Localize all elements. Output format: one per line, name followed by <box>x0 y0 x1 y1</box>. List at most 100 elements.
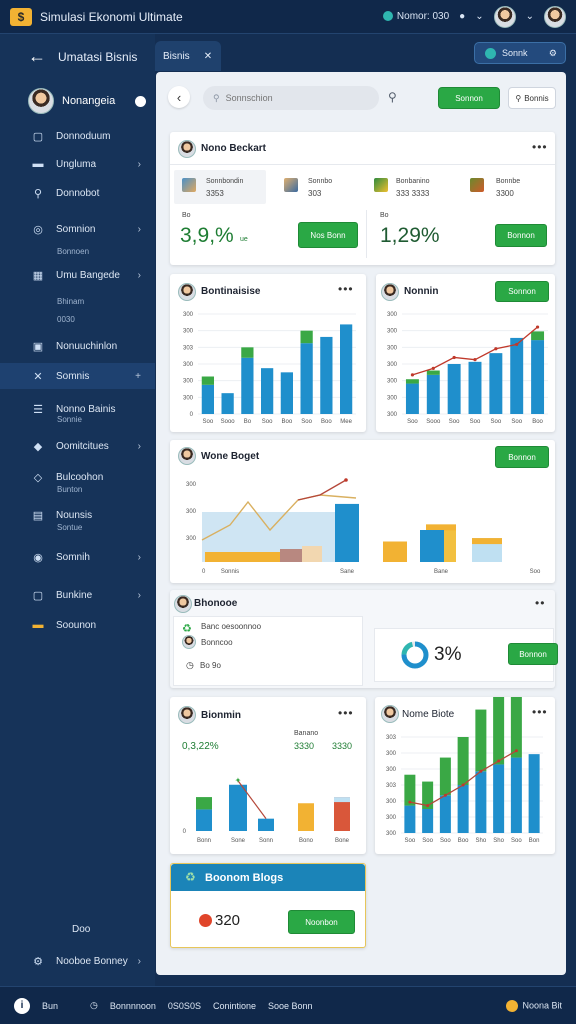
chevron-down-icon[interactable]: ⌄ <box>526 11 534 22</box>
tab-bisnis[interactable]: Bisnis ✕ <box>155 41 221 71</box>
budget-chart-card: Wone Boget Bonnon 300 300 300 0 Sonnis Sane Ba… <box>170 440 555 583</box>
bottom-right[interactable]: Noona Bit <box>506 999 562 1012</box>
x-tick-label: Sonn <box>259 838 273 844</box>
chevron-right-icon: › <box>137 269 141 281</box>
clock-icon: ◷ <box>90 1000 98 1010</box>
y-tick-label: 300 <box>186 509 197 515</box>
card-action-button[interactable]: Noonbon <box>288 910 355 934</box>
bar-cap <box>426 370 440 375</box>
bar-cap <box>201 376 214 385</box>
bar <box>221 393 234 414</box>
tag-icon: ◆ <box>33 440 43 453</box>
combo-chart-card: Nonnin Sonnon 300 300 300 300 300 300 300 Soo So… <box>376 274 555 432</box>
back-arrow-icon[interactable]: ← <box>28 46 46 67</box>
y-tick-label: 303 <box>183 345 194 351</box>
sidebar-item-5[interactable]: ▣ Nonuuchinlon <box>0 333 155 359</box>
sidebar-item-11[interactable]: ◉ Somnih › <box>0 544 155 570</box>
avatar[interactable] <box>493 5 516 28</box>
plus-icon: + <box>135 370 141 382</box>
stat-button[interactable]: Bonnon <box>495 224 547 247</box>
x-tick-label: Bone <box>335 838 350 844</box>
y-tick-label: 300 <box>183 329 194 335</box>
folder-icon: ▬ <box>32 158 44 170</box>
money-icon: ▬ <box>32 619 44 631</box>
sidebar-item-6[interactable]: ✕ Somnis + <box>0 363 155 389</box>
search-icon[interactable]: ⚲ <box>388 90 397 104</box>
bar-chart: 300 300 303 300 300 300 0 Soo Sooo Bo Soo Boo Soo Boo… <box>183 312 356 425</box>
back-button[interactable]: ‹ <box>168 86 190 108</box>
bar <box>528 754 540 833</box>
y-tick-label: 303 <box>386 735 397 741</box>
avatar[interactable] <box>544 5 566 28</box>
bar <box>201 384 214 414</box>
close-icon[interactable]: ✕ <box>204 51 212 62</box>
bar-chart-card: Bontinaisise ••• 300 300 303 300 300 300 0 Soo S… <box>170 274 366 432</box>
sidebar-subitem[interactable]: Bonnoen <box>57 247 89 256</box>
secondary-button[interactable]: ⚲ Bonnis <box>508 87 556 109</box>
settings-icon[interactable]: ● <box>459 11 465 22</box>
x-tick-label: Bo <box>244 419 252 425</box>
sidebar-item-1[interactable]: ▬ Ungluma › <box>0 151 155 177</box>
sidebar-subitem[interactable]: 0030 <box>57 315 75 324</box>
sidebar-item-4[interactable]: ▦ Umu Bangede › <box>0 262 155 288</box>
bar-cap <box>241 347 254 358</box>
bar <box>531 340 545 414</box>
trend-point <box>514 749 518 753</box>
product-icon <box>470 178 484 192</box>
search-input[interactable] <box>225 93 356 103</box>
calendar-icon: ▦ <box>32 269 44 282</box>
sidebar-item-12[interactable]: ▢ Bunkine › <box>0 582 155 608</box>
search-bar[interactable]: ⚲ <box>203 86 379 110</box>
sidebar-item-8[interactable]: ◆ Oomitcitues › <box>0 433 155 459</box>
top-action-button[interactable]: Sonnk ⚙ <box>474 42 566 64</box>
more-icon[interactable]: ••• <box>532 140 548 154</box>
card-title: Bhonooe <box>194 598 238 609</box>
sidebar-title: Umatasi Bisnis <box>58 50 138 64</box>
x-tick-label: Sone <box>231 838 246 844</box>
recycle-icon: ♻ <box>182 623 192 635</box>
primary-button[interactable]: Sonnon <box>438 87 500 109</box>
x-tick-label: Soo <box>422 838 433 844</box>
bar <box>340 324 353 414</box>
trend-point <box>408 800 412 804</box>
sidebar-subitem[interactable]: Sonnie <box>57 415 82 424</box>
trend-point <box>515 342 519 347</box>
sidebar-user[interactable]: Nonangeia <box>28 88 147 114</box>
item-value: 3300 <box>496 189 514 198</box>
bar <box>422 809 434 833</box>
trend-point <box>431 366 435 370</box>
profile-icon[interactable]: i <box>14 997 30 1014</box>
sidebar-item-3[interactable]: ◎ Somnion › <box>0 216 155 242</box>
bar-cap <box>510 697 522 758</box>
mini-bar-card: Bionmin ••• 0,3,22% Banano 3330 3330 0 Bo… <box>170 697 366 854</box>
trend-point <box>344 478 348 482</box>
stat-value: 3,9,% <box>180 224 234 247</box>
sidebar-item-0[interactable]: ▢ Donnoduum <box>0 123 155 149</box>
avatar <box>28 88 54 114</box>
chevron-right-icon: › <box>137 158 141 170</box>
sidebar-footer-item[interactable]: ⚙ Nooboe Bonney › <box>0 948 155 974</box>
sidebar-item-2[interactable]: ⚲ Donnobot <box>0 180 155 206</box>
sidebar-subitem[interactable]: Sontue <box>57 523 82 532</box>
bar <box>420 530 444 562</box>
sidebar-subitem[interactable]: Bhinam <box>57 297 84 306</box>
item-name: Bonnbe <box>496 178 521 185</box>
y-tick-label: 300 <box>387 412 398 418</box>
item-name: Bonbanino <box>396 178 430 185</box>
x-tick-label: Bon <box>529 838 540 844</box>
bottom-left-label[interactable]: Bun <box>42 1001 58 1011</box>
chevron-down-icon[interactable]: ⌄ <box>475 11 483 22</box>
stat-button[interactable]: Nos Bonn <box>298 222 358 248</box>
sidebar-subitem[interactable]: Bunton <box>57 485 82 494</box>
x-tick-label: Soo <box>440 838 451 844</box>
settings-icon: ⚙ <box>33 955 43 968</box>
x-tick-label: Sooo <box>426 419 441 425</box>
more-icon[interactable]: •• <box>535 596 545 610</box>
bar <box>302 546 322 562</box>
y-tick-label: 300 <box>386 767 397 773</box>
sidebar: ← Umatasi Bisnis Nonangeia ▢ Donnoduum ▬ U… <box>0 34 155 986</box>
status-indicator[interactable]: Nomor: 030 <box>382 11 449 22</box>
card-action-button[interactable]: Bonnon <box>508 643 558 665</box>
product-icon <box>284 178 298 192</box>
sidebar-item-13[interactable]: ▬ Soounon <box>0 612 155 638</box>
